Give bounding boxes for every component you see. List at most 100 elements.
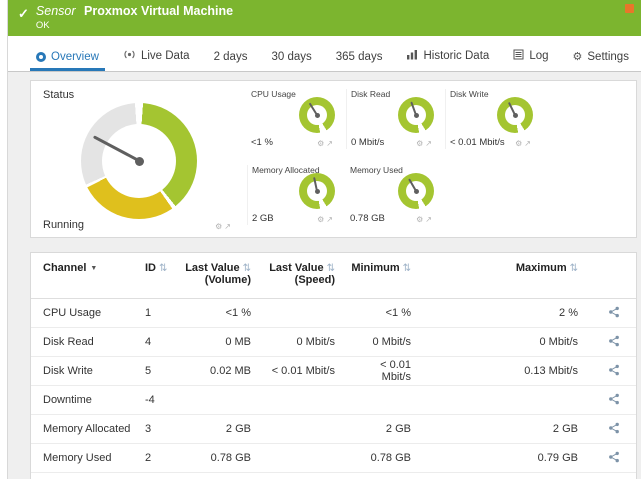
table-row: Memory Used 2 0.78 GB 0.78 GB 0.79 GB (31, 444, 636, 473)
volume-cell: 0.78 GB (185, 452, 265, 464)
disk-read-gauge (398, 97, 434, 133)
disk-write-gauge (497, 97, 533, 133)
sensor-status-text: OK (36, 20, 233, 31)
tab-historic-data[interactable]: Historic Data (400, 46, 495, 71)
gauge-goto-icon[interactable]: ↗ (425, 139, 434, 148)
sensor-kind-label: Sensor (36, 4, 76, 18)
tab-label: Overview (51, 51, 99, 63)
channel-options-icon[interactable] (608, 422, 620, 434)
gauge-gear-icon[interactable]: ⚙ (317, 139, 326, 148)
gauge-goto-icon[interactable]: ↗ (326, 215, 335, 224)
historic-data-icon (406, 49, 418, 63)
page-title: Proxmox Virtual Machine (84, 4, 233, 18)
status-gauge-footer: Running ⚙↗ (43, 219, 235, 231)
column-header-last-value-speed[interactable]: Last Value⇅ (Speed) (265, 262, 349, 287)
tab-label: 365 days (336, 51, 383, 63)
min-cell: <1 % (349, 307, 425, 319)
volume-cell: <1 % (185, 307, 265, 319)
sort-icon: ⇅ (570, 263, 578, 274)
table-row: Disk Read 4 0 MB 0 Mbit/s 0 Mbit/s 0 Mbi… (31, 328, 636, 357)
volume-cell: 0.02 MB (185, 365, 265, 377)
tab-label: 2 days (214, 51, 248, 63)
tab-365-days[interactable]: 365 days (330, 48, 389, 71)
sensor-header-text: Sensor Proxmox Virtual Machine OK (36, 4, 233, 31)
gauge-label: Memory Used (350, 165, 403, 175)
gauge-goto-icon[interactable]: ↗ (524, 139, 533, 148)
column-header-minimum[interactable]: Minimum⇅ (349, 262, 425, 274)
column-label: Last Value (185, 262, 239, 274)
max-cell: 0 Mbit/s (425, 336, 592, 348)
gauge-action-icons: ⚙↗ (215, 222, 233, 231)
status-gauge-block: Status Running ⚙↗ (43, 89, 235, 229)
column-header-channel[interactable]: Channel▼ (31, 262, 143, 274)
gauge-hub (414, 113, 419, 118)
sort-icon: ⇅ (327, 263, 335, 274)
gauge-goto-icon[interactable]: ↗ (224, 222, 233, 231)
sensor-header: ✓ Sensor Proxmox Virtual Machine OK (8, 0, 641, 36)
tab-bar: Overview Live Data 2 days 30 days 365 da… (8, 36, 641, 72)
tab-30-days[interactable]: 30 days (265, 48, 317, 71)
max-cell: 2 GB (425, 423, 592, 435)
channel-options-icon[interactable] (608, 306, 620, 318)
sensor-page: ✓ Sensor Proxmox Virtual Machine OK Over… (0, 0, 641, 479)
table-row: Status 0 Running Running Running (31, 473, 636, 479)
small-gauges-grid: CPU Usage <1 % ⚙↗ Disk Read (235, 89, 626, 229)
gauge-gear-icon[interactable]: ⚙ (515, 139, 524, 148)
tab-live-data[interactable]: Live Data (117, 46, 196, 71)
gauges-panel: Status Running ⚙↗ CPU Usage (30, 80, 637, 238)
header-flag-icon[interactable] (625, 4, 634, 13)
channel-options-icon[interactable] (608, 393, 620, 405)
column-label: ID (145, 262, 156, 274)
tab-2-days[interactable]: 2 days (208, 48, 254, 71)
gauge-goto-icon[interactable]: ↗ (425, 215, 434, 224)
channel-cell: Disk Read (31, 336, 143, 348)
gauge-block-memory-used: Memory Used 0.78 GB ⚙↗ (346, 165, 436, 225)
column-header-id[interactable]: ID⇅ (143, 262, 185, 274)
gauge-block-disk-read: Disk Read 0 Mbit/s ⚙↗ (346, 89, 436, 149)
gauge-value: < 0.01 Mbit/s (450, 137, 505, 148)
content-area: Status Running ⚙↗ CPU Usage (8, 72, 641, 479)
tab-overview[interactable]: Overview (30, 48, 105, 71)
gauge-goto-icon[interactable]: ↗ (326, 139, 335, 148)
channel-cell: Memory Used (31, 452, 143, 464)
tab-label: Log (529, 50, 548, 62)
column-header-last-value-volume[interactable]: Last Value⇅ (Volume) (185, 262, 265, 287)
volume-cell: 2 GB (185, 423, 265, 435)
id-cell: 3 (143, 423, 185, 435)
channel-cell: Memory Allocated (31, 423, 143, 435)
gauge-label: Disk Write (450, 89, 489, 99)
memory-used-gauge (398, 173, 434, 209)
tab-label: Settings (587, 51, 629, 63)
column-header-maximum[interactable]: Maximum⇅ (425, 262, 592, 274)
main-column: ✓ Sensor Proxmox Virtual Machine OK Over… (8, 0, 641, 479)
column-sublabel: (Volume) (185, 274, 251, 287)
tab-log[interactable]: Log (507, 46, 554, 71)
table-row: CPU Usage 1 <1 % <1 % 2 % (31, 299, 636, 328)
id-cell: -4 (143, 394, 185, 406)
gauge-hub (414, 189, 419, 194)
table-row: Disk Write 5 0.02 MB < 0.01 Mbit/s < 0.0… (31, 357, 636, 386)
settings-gear-icon: ⚙ (573, 52, 583, 63)
gauge-block-cpu-usage: CPU Usage <1 % ⚙↗ (247, 89, 337, 149)
gauge-gear-icon[interactable]: ⚙ (416, 215, 425, 224)
tab-label: 30 days (271, 51, 311, 63)
min-cell: 0.78 GB (349, 452, 425, 464)
column-label: Channel (43, 262, 86, 274)
channel-cell: Disk Write (31, 365, 143, 377)
log-icon (513, 49, 524, 63)
sort-icon: ⇅ (403, 263, 411, 274)
gauge-gear-icon[interactable]: ⚙ (416, 139, 425, 148)
gauge-gear-icon[interactable]: ⚙ (317, 215, 326, 224)
gauge-hub (513, 113, 518, 118)
gauge-action-icons: ⚙↗ (416, 139, 434, 148)
channel-options-icon[interactable] (608, 364, 620, 376)
status-gauge-hub (135, 157, 144, 166)
column-label: Maximum (516, 262, 567, 274)
channel-options-icon[interactable] (608, 335, 620, 347)
speed-cell: < 0.01 Mbit/s (265, 365, 349, 377)
column-sublabel: (Speed) (265, 274, 335, 287)
gauge-gear-icon[interactable]: ⚙ (215, 222, 224, 231)
tabs: Overview Live Data 2 days 30 days 365 da… (30, 46, 635, 71)
tab-settings[interactable]: ⚙ Settings (567, 48, 635, 71)
channel-options-icon[interactable] (608, 451, 620, 463)
